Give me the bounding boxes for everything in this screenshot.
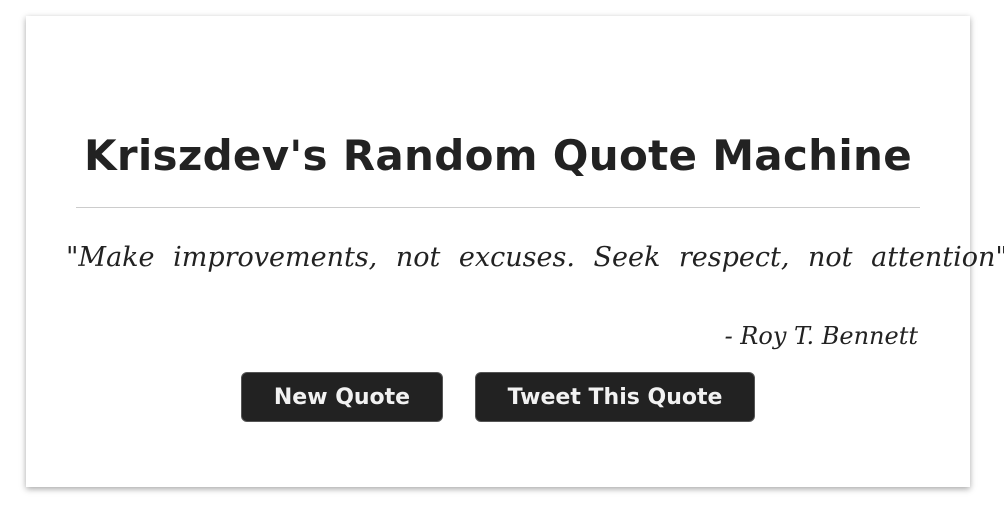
quote-author: - Roy T. Bennett (724, 322, 918, 350)
divider (76, 207, 920, 208)
quote-card: Kriszdev's Random Quote Machine "Make im… (26, 16, 1004, 487)
page-title: Kriszdev's Random Quote Machine (83, 131, 913, 180)
tweet-quote-button[interactable]: Tweet This Quote (475, 372, 755, 422)
new-quote-button[interactable]: New Quote (241, 372, 443, 422)
quote-text: "Make improvements, not excuses. Seek re… (66, 242, 1004, 273)
